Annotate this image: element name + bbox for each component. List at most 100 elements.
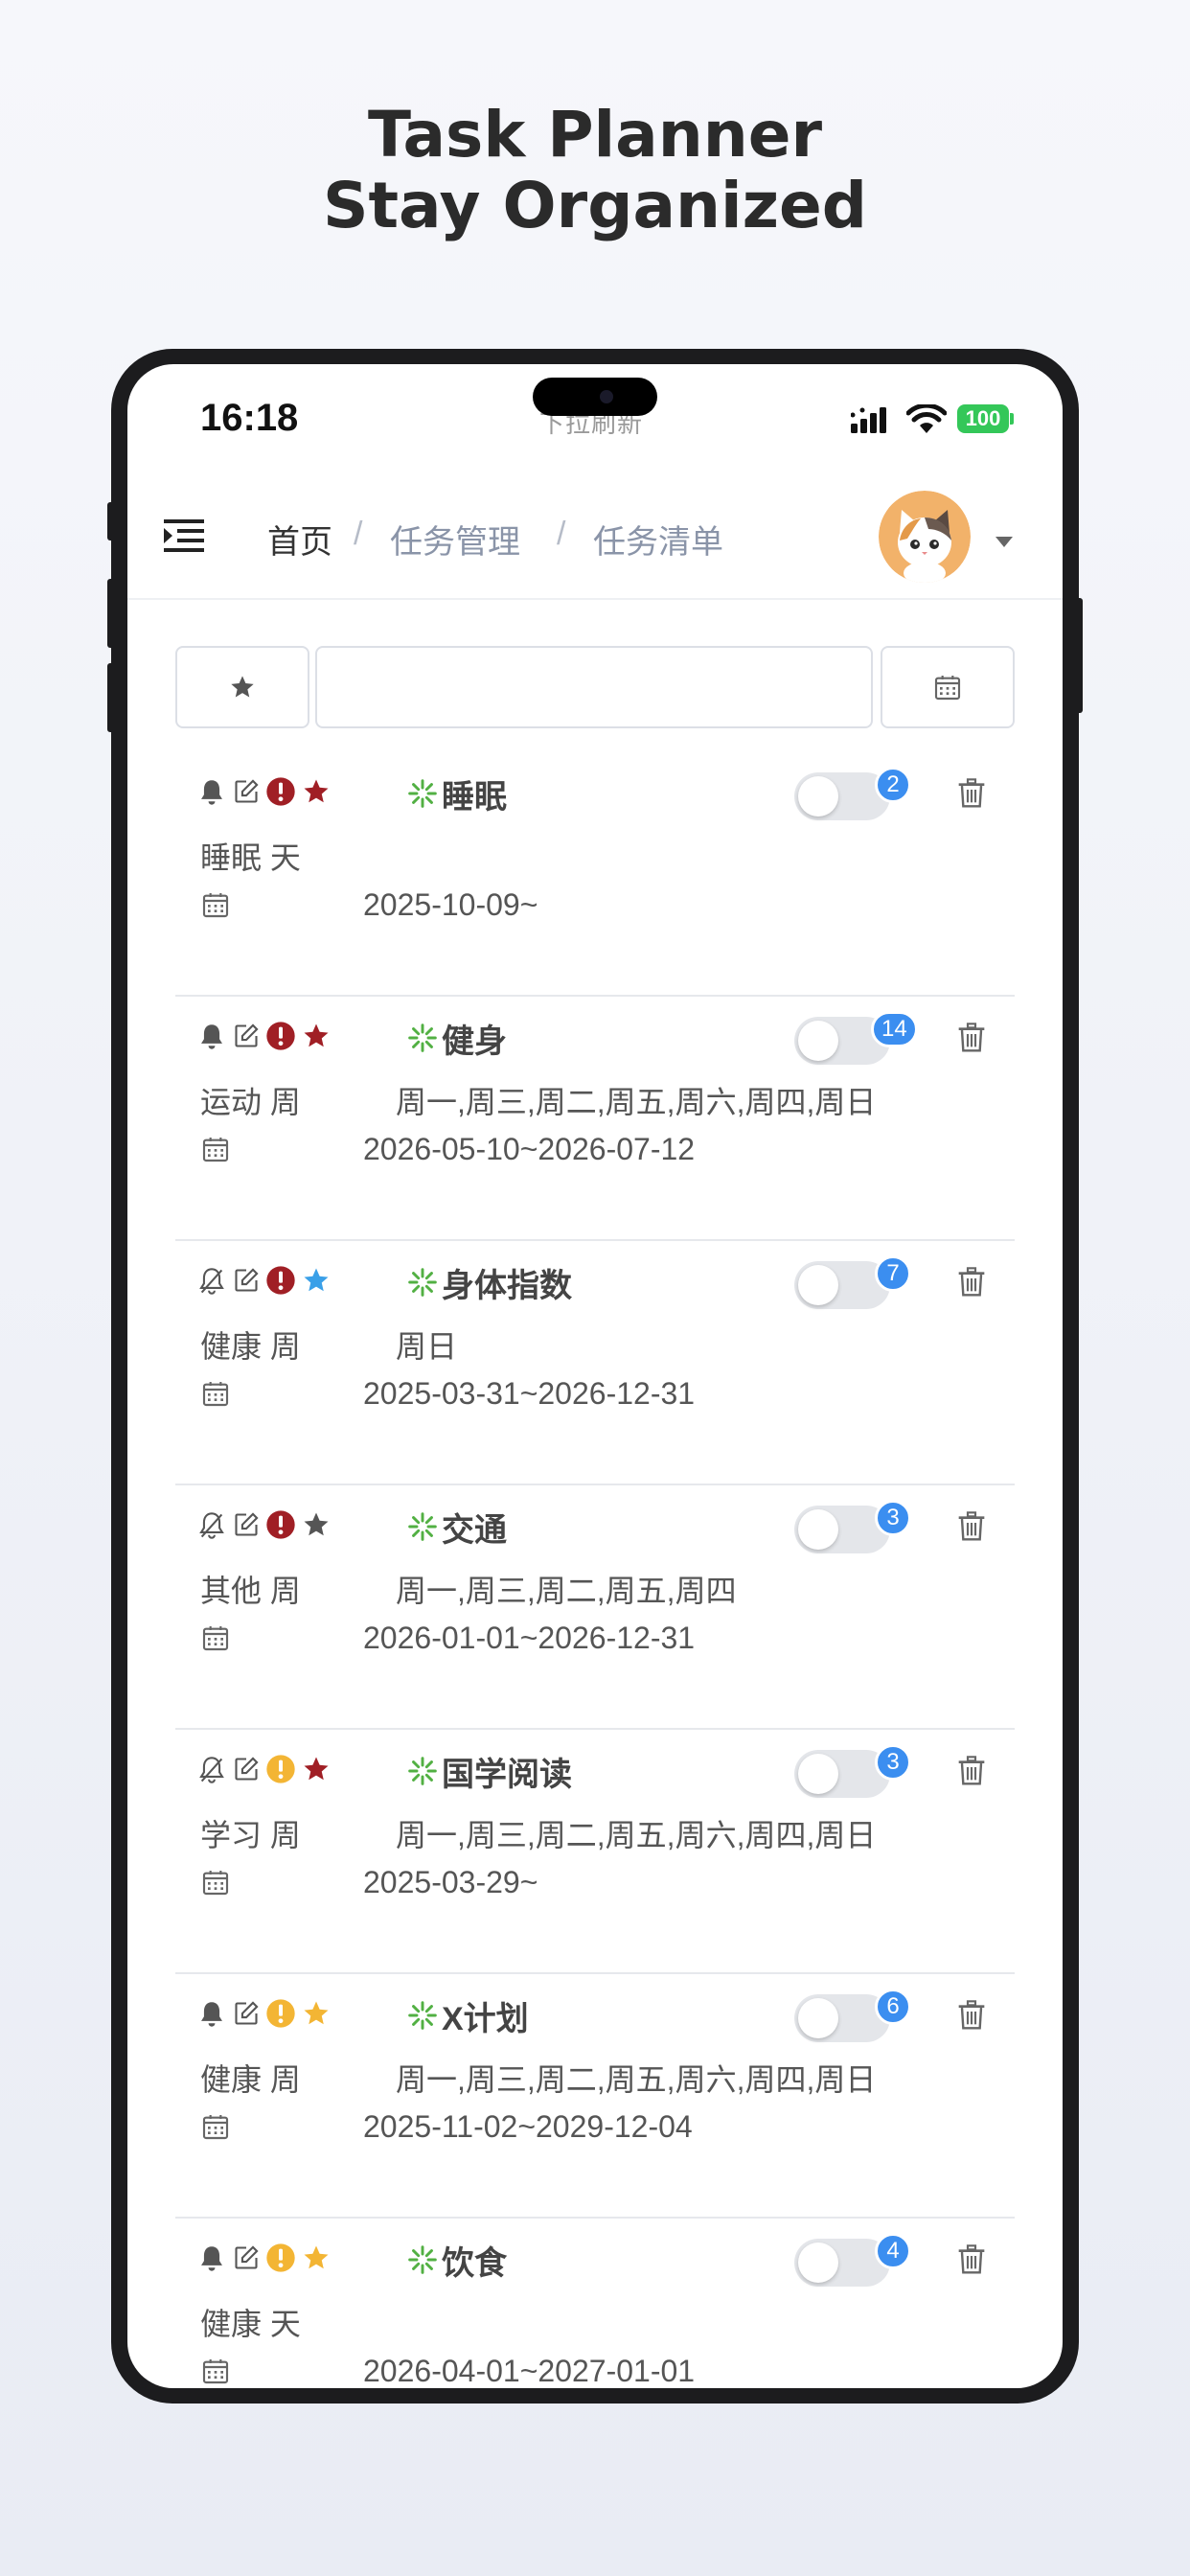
calendar-icon	[200, 889, 231, 925]
user-menu-caret-icon[interactable]	[995, 537, 1013, 547]
edit-icon[interactable]	[233, 1023, 260, 1054]
task-date-range: 2026-04-01~2027-01-01	[363, 2354, 696, 2388]
task-name[interactable]: 健身	[442, 1015, 507, 1062]
task-row[interactable]: 睡眠 2 睡眠 天 2025-10-09~	[175, 751, 1015, 997]
task-category: 健康 天	[200, 2307, 301, 2341]
toggle-knob	[798, 1265, 838, 1305]
priority-alert-icon	[265, 1021, 296, 1056]
toggle-knob	[798, 2242, 838, 2283]
user-avatar[interactable]	[879, 491, 971, 583]
search-input[interactable]	[317, 648, 871, 726]
breadcrumb-separator: /	[354, 516, 363, 552]
bell-off-icon[interactable]	[198, 1756, 225, 1789]
edit-icon[interactable]	[233, 1756, 260, 1787]
task-category: 运动 周	[200, 1085, 301, 1119]
favorite-star-icon[interactable]	[302, 1022, 331, 1055]
task-toggle[interactable]: 6	[794, 1989, 911, 2042]
task-date-range: 2025-11-02~2029-12-04	[363, 2109, 693, 2144]
edit-icon[interactable]	[233, 778, 260, 810]
breadcrumb-task-list: 任务清单	[593, 524, 723, 561]
priority-alert-icon	[265, 2242, 296, 2278]
date-filter-button[interactable]	[881, 646, 1015, 728]
task-name[interactable]: 交通	[442, 1504, 507, 1551]
priority-alert-icon	[265, 1998, 296, 2034]
calendar-icon	[934, 676, 961, 701]
search-box[interactable]	[315, 646, 873, 728]
bell-off-icon[interactable]	[198, 1511, 225, 1545]
bell-icon[interactable]	[198, 2244, 225, 2278]
delete-trash-icon[interactable]	[957, 1756, 986, 1791]
count-badge: 3	[875, 1744, 911, 1781]
task-toggle[interactable]: 14	[794, 1011, 918, 1065]
delete-trash-icon[interactable]	[957, 778, 986, 814]
task-toggle[interactable]: 4	[794, 2233, 911, 2287]
count-badge: 4	[875, 2233, 911, 2269]
task-row[interactable]: 饮食 4 健康 天 2026-04-01~2027-01-01	[175, 2218, 1015, 2388]
status-spinner-icon	[407, 1267, 438, 1302]
task-row[interactable]: 交通 3 其他 周 周一,周三,周二,周五,周四 2026-01-01~2026…	[175, 1484, 1015, 1730]
calendar-icon	[200, 1378, 231, 1414]
promo-headline: Task Planner Stay Organized	[0, 100, 1190, 242]
toggle-knob	[798, 776, 838, 816]
delete-trash-icon[interactable]	[957, 2244, 986, 2280]
favorite-star-icon[interactable]	[302, 1266, 331, 1300]
task-category: 其他 周	[200, 1574, 301, 1608]
edit-icon[interactable]	[233, 2244, 260, 2276]
favorite-star-icon[interactable]	[302, 1510, 331, 1544]
delete-trash-icon[interactable]	[957, 1511, 986, 1547]
task-name[interactable]: 身体指数	[442, 1259, 572, 1306]
task-row[interactable]: X计划 6 健康 周 周一,周三,周二,周五,周六,周四,周日 2025-11-…	[175, 1973, 1015, 2219]
favorite-star-icon[interactable]	[302, 2243, 331, 2277]
edit-icon[interactable]	[233, 1511, 260, 1543]
task-name[interactable]: X计划	[442, 1992, 529, 2039]
edit-icon[interactable]	[233, 2000, 260, 2032]
dynamic-island	[533, 378, 657, 416]
task-name[interactable]: 国学阅读	[442, 1748, 572, 1795]
delete-trash-icon[interactable]	[957, 2000, 986, 2036]
menu-toggle-icon[interactable]	[164, 519, 204, 552]
app-header: 首页 / 任务管理 / 任务清单	[127, 479, 1063, 600]
task-row[interactable]: 身体指数 7 健康 周 周日 2025-03-31~2026-12-31	[175, 1240, 1015, 1485]
calendar-icon	[200, 1622, 231, 1658]
delete-trash-icon[interactable]	[957, 1023, 986, 1058]
task-toggle[interactable]: 2	[794, 767, 911, 820]
task-row[interactable]: 国学阅读 3 学习 周 周一,周三,周二,周五,周六,周四,周日 2025-03…	[175, 1729, 1015, 1974]
task-date-range: 2025-10-09~	[363, 887, 538, 922]
count-badge: 2	[875, 767, 911, 803]
task-weekdays: 周一,周三,周二,周五,周四	[396, 1574, 737, 1608]
promo-subtitle: Stay Organized	[322, 169, 868, 242]
cat-avatar-icon	[879, 491, 971, 583]
status-spinner-icon	[407, 2000, 438, 2036]
bell-icon[interactable]	[198, 2000, 225, 2034]
task-row[interactable]: 健身 14 运动 周 周一,周三,周二,周五,周六,周四,周日 2026-05-…	[175, 996, 1015, 1241]
breadcrumb-task-management[interactable]: 任务管理	[390, 516, 520, 563]
task-name[interactable]: 睡眠	[442, 770, 507, 817]
task-weekdays: 周一,周三,周二,周五,周六,周四,周日	[396, 2062, 877, 2097]
task-date-range: 2026-05-10~2026-07-12	[363, 1132, 696, 1166]
toggle-knob	[798, 1998, 838, 2038]
edit-icon[interactable]	[233, 1267, 260, 1299]
breadcrumb-home[interactable]: 首页	[267, 516, 332, 563]
task-category: 学习 周	[200, 1818, 301, 1852]
status-spinner-icon	[407, 1511, 438, 1547]
task-toggle[interactable]: 3	[794, 1500, 911, 1553]
favorite-star-icon[interactable]	[302, 1999, 331, 2033]
star-filter-button[interactable]	[175, 646, 309, 728]
wifi-icon	[906, 404, 947, 433]
task-name[interactable]: 饮食	[442, 2237, 507, 2284]
task-date-range: 2025-03-31~2026-12-31	[363, 1376, 696, 1411]
count-badge: 6	[875, 1989, 911, 2025]
task-toggle[interactable]: 7	[794, 1255, 911, 1309]
bell-icon[interactable]	[198, 1023, 225, 1056]
calendar-icon	[200, 1134, 231, 1169]
favorite-star-icon[interactable]	[302, 1755, 331, 1788]
delete-trash-icon[interactable]	[957, 1267, 986, 1302]
priority-alert-icon	[265, 1509, 296, 1545]
bell-off-icon[interactable]	[198, 1267, 225, 1300]
task-toggle[interactable]: 3	[794, 1744, 911, 1798]
favorite-star-icon[interactable]	[302, 777, 331, 811]
task-weekdays: 周一,周三,周二,周五,周六,周四,周日	[396, 1085, 877, 1119]
count-badge: 14	[871, 1011, 918, 1047]
priority-alert-icon	[265, 1754, 296, 1789]
bell-icon[interactable]	[198, 778, 225, 812]
